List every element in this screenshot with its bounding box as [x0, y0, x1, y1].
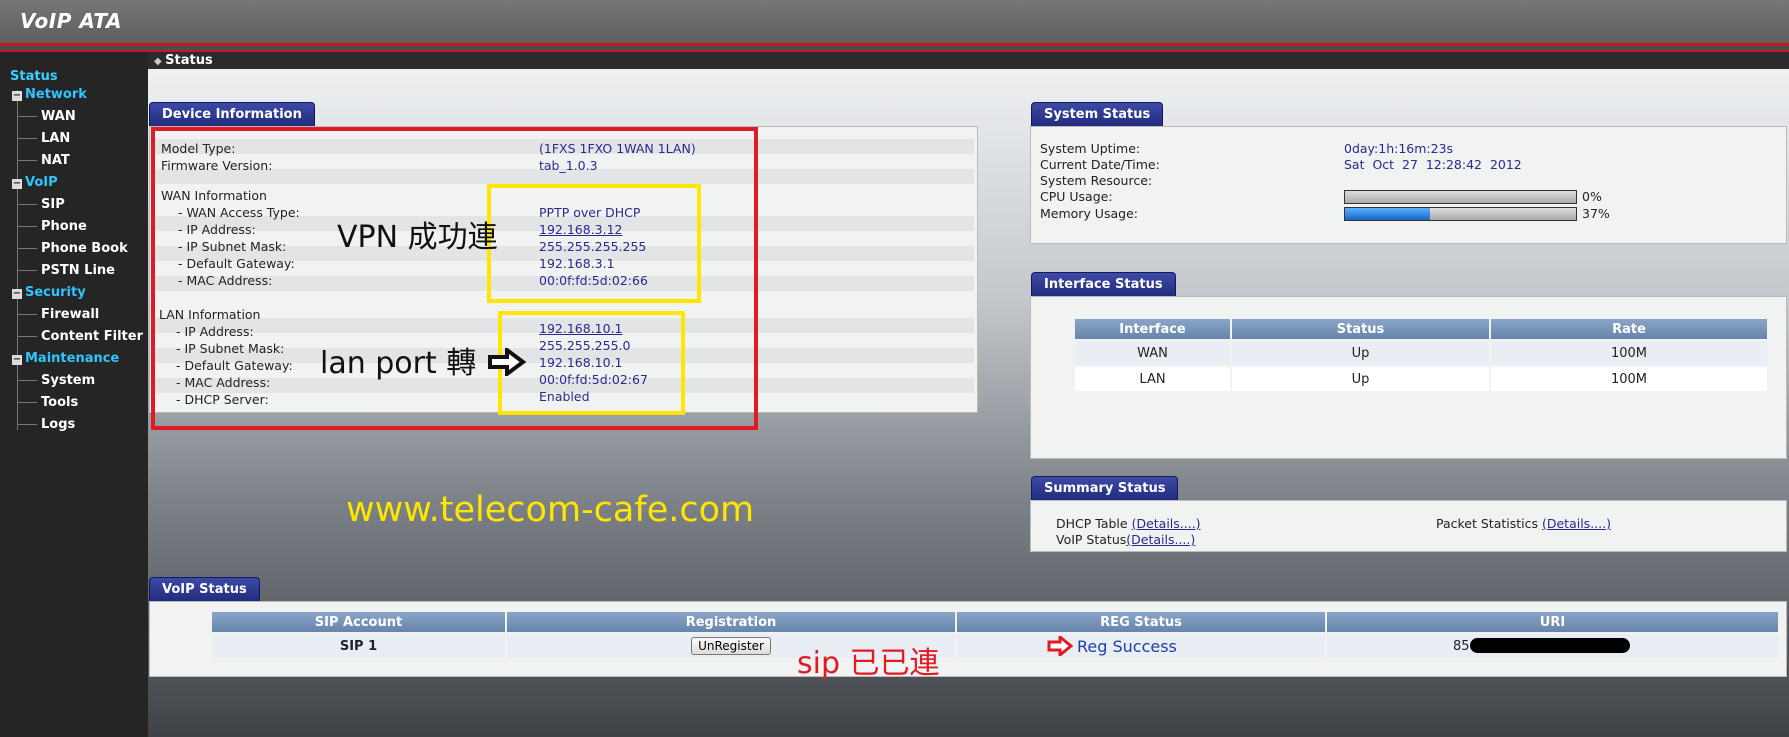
collapse-icon[interactable]: − [12, 289, 22, 299]
dhcp-table-row: DHCP Table (Details....) [1056, 516, 1201, 531]
voip-status-row: VoIP Status(Details....) [1056, 532, 1196, 547]
tab-interface-status: Interface Status [1031, 272, 1176, 296]
table-row: WAN Up 100M [1075, 341, 1767, 365]
sidebar: Status − Network WAN LAN NAT − VoIP SIP Ph… [0, 52, 148, 737]
rate-cell: 100M [1610, 345, 1648, 361]
tree-branch [17, 116, 37, 117]
uri-cell: 85 [1327, 634, 1778, 658]
annotation-vpn-text: VPN 成功連 [337, 220, 498, 255]
dhcp-table-details-link[interactable]: (Details....) [1132, 516, 1201, 531]
memory-usage-fill [1345, 208, 1431, 220]
interface-table: Interface Status Rate WAN Up 100M LAN Up… [1073, 317, 1769, 393]
annotation-yellow-box-wan [487, 184, 701, 303]
arrow-right-icon [1047, 633, 1077, 659]
interface-status-panel: Interface Status Rate WAN Up 100M LAN Up… [1030, 296, 1787, 459]
sidebar-group-security[interactable]: − Security [12, 285, 86, 300]
sidebar-item-content-filter[interactable]: Content Filter [41, 329, 143, 344]
unregister-button[interactable]: UnRegister [691, 637, 771, 655]
tab-device-information: Device Information [149, 102, 315, 126]
tree-branch [17, 270, 37, 271]
sidebar-item-phone-book[interactable]: Phone Book [41, 241, 128, 256]
packet-statistics-row: Packet Statistics (Details....) [1436, 516, 1611, 531]
status-cell: Up [1351, 345, 1370, 361]
tree-connector [17, 90, 18, 430]
memory-usage-bar [1344, 207, 1577, 221]
sidebar-item-wan[interactable]: WAN [41, 109, 76, 124]
sidebar-item-logs[interactable]: Logs [41, 417, 75, 432]
system-status-panel: System Uptime: 0day:1h:16m:23s Current D… [1030, 126, 1787, 244]
sidebar-item-nat[interactable]: NAT [41, 153, 70, 168]
tree-branch [17, 248, 37, 249]
sidebar-item-sip[interactable]: SIP [41, 197, 65, 212]
interface-cell: WAN [1137, 345, 1168, 361]
sip-account-column-header: SIP Account [212, 612, 505, 632]
sidebar-item-phone[interactable]: Phone [41, 219, 87, 234]
status-column-header: Status [1232, 319, 1489, 339]
interface-column-header: Interface [1075, 319, 1230, 339]
tree-branch [17, 424, 37, 425]
voip-status-details-link[interactable]: (Details....) [1126, 532, 1195, 547]
sidebar-root-status[interactable]: Status [10, 69, 58, 84]
redaction-mark [1469, 638, 1630, 653]
tree-branch [17, 314, 37, 315]
memory-usage-value: 37% [1582, 206, 1610, 221]
app-title: VoIP ATA [20, 9, 122, 33]
top-header: VoIP ATA [0, 0, 1789, 46]
status-cell: Up [1351, 371, 1370, 387]
uri-column-header: URI [1327, 612, 1778, 632]
tree-branch [17, 336, 37, 337]
tree-branch [17, 226, 37, 227]
cpu-usage-label: CPU Usage: [1040, 189, 1113, 204]
diamond-icon: ◆ [154, 56, 166, 67]
tree-branch [17, 402, 37, 403]
rate-column-header: Rate [1491, 319, 1767, 339]
collapse-icon[interactable]: − [12, 179, 22, 189]
tree-branch [17, 160, 37, 161]
tree-branch [17, 204, 37, 205]
reg-status-cell: Reg Success [957, 633, 1325, 659]
sidebar-group-voip[interactable]: − VoIP [12, 175, 58, 190]
uri-value: 85 [1453, 639, 1470, 654]
tab-summary-status: Summary Status [1031, 476, 1179, 500]
sidebar-group-maintenance[interactable]: − Maintenance [12, 351, 119, 366]
tree-branch [17, 138, 37, 139]
sidebar-item-firewall[interactable]: Firewall [41, 307, 99, 322]
tab-voip-status: VoIP Status [149, 577, 260, 601]
annotation-lan-port-text: lan port 轉 [320, 346, 477, 381]
tab-system-status: System Status [1031, 102, 1164, 126]
arrow-right-icon [487, 346, 527, 380]
sidebar-item-tools[interactable]: Tools [41, 395, 78, 410]
cpu-usage-value: 0% [1582, 189, 1602, 204]
interface-cell: LAN [1139, 371, 1166, 387]
tree-branch [17, 380, 37, 381]
uptime-value: 0day:1h:16m:23s [1344, 141, 1454, 156]
table-row: SIP 1 UnRegister Reg Success 85 [212, 633, 1778, 659]
packet-statistics-details-link[interactable]: (Details....) [1542, 516, 1611, 531]
sidebar-item-system[interactable]: System [41, 373, 95, 388]
breadcrumb: ◆ Status [148, 52, 1789, 69]
sidebar-item-lan[interactable]: LAN [41, 131, 70, 146]
table-row: LAN Up 100M [1075, 367, 1767, 391]
summary-status-panel: DHCP Table (Details....) VoIP Status(Det… [1030, 500, 1787, 552]
rate-cell: 100M [1610, 371, 1648, 387]
reg-status-value: Reg Success [1077, 637, 1177, 656]
registration-column-header: Registration [507, 612, 955, 632]
sip-table: SIP Account Registration REG Status URI … [210, 610, 1780, 660]
annotation-sip-text: sip 已已連 [797, 646, 940, 681]
voip-status-panel: SIP Account Registration REG Status URI … [149, 601, 1787, 677]
memory-usage-label: Memory Usage: [1040, 206, 1138, 221]
sidebar-item-pstn-line[interactable]: PSTN Line [41, 263, 115, 278]
uptime-label: System Uptime: [1040, 141, 1141, 156]
datetime-label: Current Date/Time: [1040, 157, 1160, 172]
system-resource-label: System Resource: [1040, 173, 1153, 188]
sip-account-cell: SIP 1 [339, 638, 378, 654]
annotation-site-watermark: www.telecom-cafe.com [346, 490, 755, 530]
cpu-usage-bar [1344, 190, 1577, 204]
sidebar-group-network[interactable]: − Network [12, 87, 87, 102]
collapse-icon[interactable]: − [12, 91, 22, 101]
reg-status-column-header: REG Status [957, 612, 1325, 632]
collapse-icon[interactable]: − [12, 355, 22, 365]
datetime-value: Sat Oct 27 12:28:42 2012 [1344, 157, 1522, 172]
